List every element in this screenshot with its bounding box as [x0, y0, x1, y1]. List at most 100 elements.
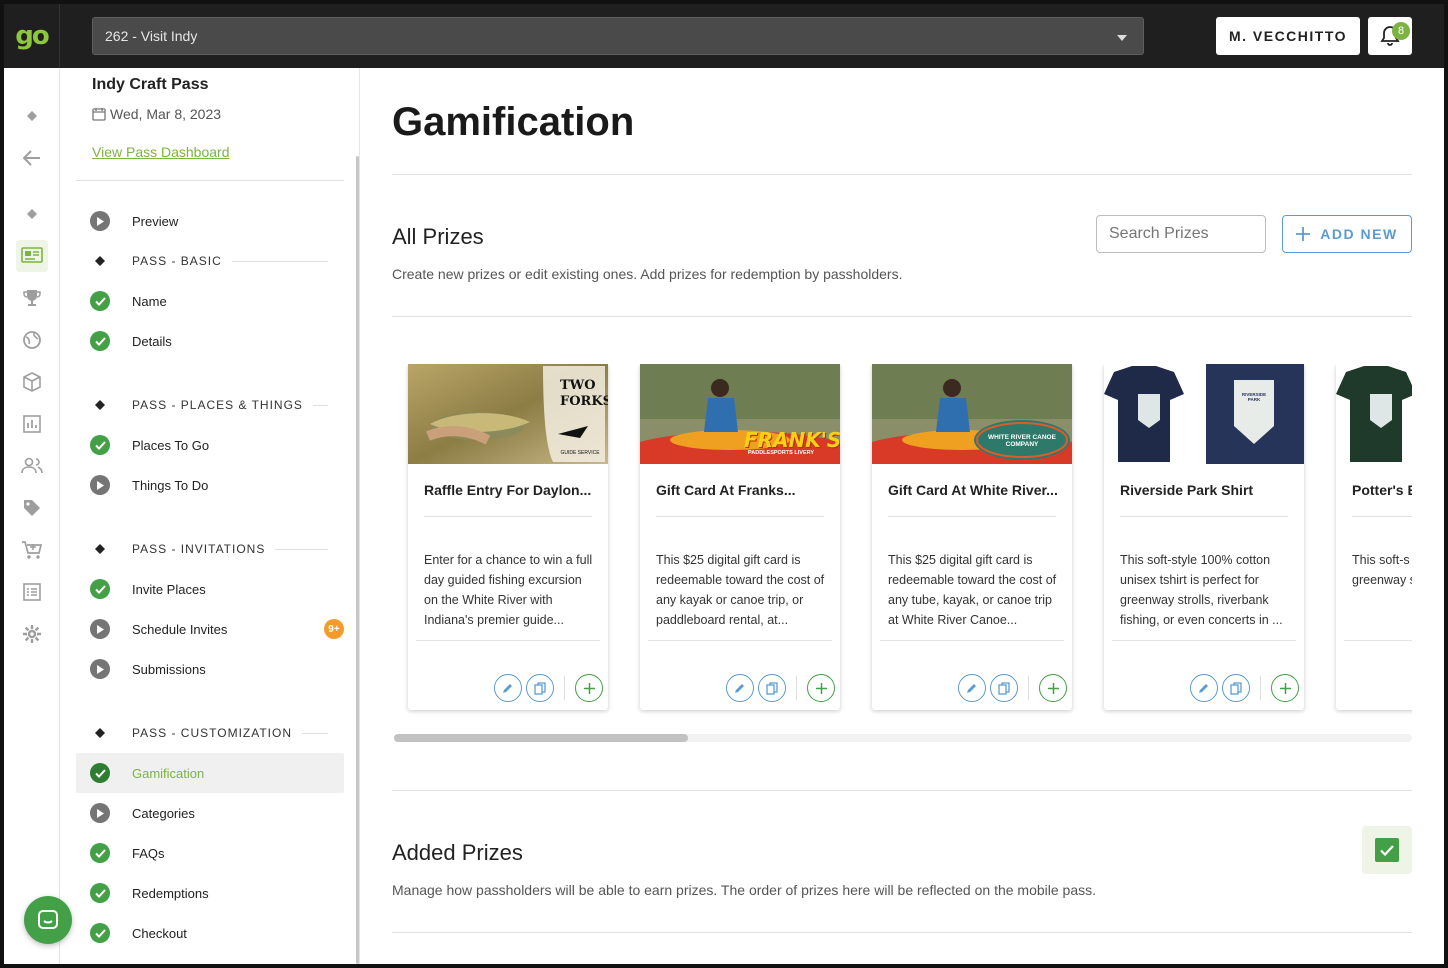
add-new-label: ADD NEW [1320, 226, 1398, 242]
nav-item-name[interactable]: Name [76, 281, 344, 321]
scrollbar-thumb[interactable] [394, 734, 688, 742]
nav-section-label: PASS - CUSTOMIZATION [132, 726, 293, 740]
prize-logo-subtext: PADDLESPORTS LIVERY [748, 450, 815, 456]
trophy-icon[interactable] [16, 282, 48, 314]
prize-card[interactable]: FRANK'S PADDLESPORTS LIVERY Gift Card At… [640, 364, 840, 710]
nav-scrollbar[interactable] [356, 156, 359, 964]
nav-item-redemptions[interactable]: Redemptions [76, 873, 344, 913]
app-logo[interactable]: go [4, 4, 60, 68]
nav-item-label: Places To Go [132, 437, 210, 453]
play-icon [90, 659, 110, 679]
duplicate-prize-button[interactable] [758, 674, 786, 702]
prize-card[interactable]: Potter's B This soft-s unisex tshi green… [1336, 364, 1412, 710]
add-prize-to-pass-button[interactable] [575, 674, 603, 702]
notification-count-badge: 8 [1392, 22, 1410, 40]
back-arrow-icon[interactable] [16, 142, 48, 174]
nav-item-invite-places[interactable]: Invite Places [76, 569, 344, 609]
nav-section-label: PASS - PLACES & THINGS [132, 398, 303, 412]
divider [392, 316, 1412, 317]
edit-prize-button[interactable] [494, 674, 522, 702]
nav-item-submissions[interactable]: Submissions [76, 649, 344, 689]
nav-item-label: Details [132, 333, 172, 349]
settings-gear-icon[interactable] [16, 618, 48, 650]
tags-icon[interactable] [16, 492, 48, 524]
diamond-icon [95, 400, 105, 410]
prize-carousel-scrollbar[interactable] [394, 734, 1412, 742]
pass-card-icon[interactable] [16, 240, 48, 272]
nav-item-label: Schedule Invites [132, 621, 228, 637]
nav-item-faqs[interactable]: FAQs [76, 833, 344, 873]
users-icon[interactable] [16, 450, 48, 482]
play-icon [90, 619, 110, 639]
nav-item-gamification[interactable]: Gamification [76, 753, 344, 793]
bar-chart-icon[interactable] [16, 408, 48, 440]
edit-prize-button[interactable] [958, 674, 986, 702]
diamond-icon [95, 544, 105, 554]
prize-description: This soft-s unisex tshi greenway s fishi… [1352, 553, 1412, 587]
plus-icon [583, 682, 595, 694]
view-pass-dashboard-link[interactable]: View Pass Dashboard [92, 144, 229, 160]
diamond-icon [95, 728, 105, 738]
copy-icon [766, 681, 778, 695]
check-circle-icon [90, 435, 110, 455]
check-circle-icon [90, 923, 110, 943]
search-prizes-input[interactable] [1096, 215, 1266, 253]
list-icon[interactable] [16, 576, 48, 608]
prize-card[interactable]: WHITE RIVER CANOE COMPANY Gift Card At W… [872, 364, 1072, 710]
nav-item-checkout[interactable]: Checkout [76, 913, 344, 953]
pencil-icon [735, 684, 744, 693]
nav-item-categories[interactable]: Categories [76, 793, 344, 833]
duplicate-prize-button[interactable] [1222, 674, 1250, 702]
duplicate-prize-button[interactable] [526, 674, 554, 702]
added-prizes-description: Manage how passholders will be able to e… [392, 882, 1097, 898]
duplicate-prize-button[interactable] [990, 674, 1018, 702]
add-prize-to-pass-button[interactable] [1271, 674, 1299, 702]
copy-icon [998, 681, 1010, 695]
nav-item-details[interactable]: Details [76, 321, 344, 361]
prize-logo-subtext: GUIDE SERVICE [560, 450, 600, 456]
nav-section-customization: PASS - CUSTOMIZATION [76, 723, 344, 743]
nav-item-label: Redemptions [132, 885, 209, 901]
prize-carousel: TWO FORKS GUIDE SERVICE Raffle Entry For… [392, 364, 1412, 744]
add-new-prize-button[interactable]: ADD NEW [1282, 215, 1412, 253]
organization-select[interactable]: 262 - Visit Indy [92, 17, 1144, 55]
pass-nav-panel: Indy Craft Pass Wed, Mar 8, 2023 View Pa… [60, 68, 360, 964]
chat-support-button[interactable] [24, 896, 72, 944]
plus-icon [1047, 682, 1059, 694]
save-added-prizes-button[interactable] [1362, 826, 1412, 874]
nav-section-pass-basic: PASS - BASIC [76, 251, 344, 271]
prize-card[interactable]: TWO FORKS GUIDE SERVICE Raffle Entry For… [408, 364, 608, 710]
nav-item-preview[interactable]: Preview [76, 201, 344, 241]
prize-card[interactable]: RIVERSIDE PARK Riverside Park Shirt This… [1104, 364, 1304, 710]
cart-icon[interactable] [16, 534, 48, 566]
nav-section-invitations: PASS - INVITATIONS [76, 539, 344, 559]
copy-icon [1230, 681, 1242, 695]
checkbox-checked-icon [1375, 838, 1399, 862]
notifications-button[interactable]: 8 [1368, 17, 1412, 55]
calendar-icon [92, 108, 106, 121]
prize-image: RIVERSIDE PARK [1104, 364, 1304, 464]
box-icon[interactable] [16, 366, 48, 398]
nav-item-label: Checkout [132, 925, 187, 941]
nav-item-things-to-do[interactable]: Things To Do [76, 465, 344, 505]
user-menu-button[interactable]: M. VECCHITTO [1216, 17, 1360, 55]
add-prize-to-pass-button[interactable] [1039, 674, 1067, 702]
prize-title: Riverside Park Shirt [1120, 482, 1254, 498]
play-icon [90, 211, 110, 231]
nav-section-label: PASS - INVITATIONS [132, 542, 266, 556]
pass-date: Wed, Mar 8, 2023 [92, 106, 221, 122]
prize-image: WHITE RIVER CANOE COMPANY [872, 364, 1072, 464]
edit-prize-button[interactable] [726, 674, 754, 702]
play-icon [90, 803, 110, 823]
add-prize-to-pass-button[interactable] [807, 674, 835, 702]
nav-item-places-to-go[interactable]: Places To Go [76, 425, 344, 465]
all-prizes-description: Create new prizes or edit existing ones.… [392, 266, 903, 282]
pencil-icon [967, 684, 976, 693]
globe-icon[interactable] [16, 324, 48, 356]
rail-diamond-icon [16, 100, 48, 132]
icon-rail [4, 68, 60, 964]
nav-item-schedule-invites[interactable]: Schedule Invites 9+ [76, 609, 344, 649]
check-circle-icon [90, 843, 110, 863]
copy-icon [534, 681, 546, 695]
edit-prize-button[interactable] [1190, 674, 1218, 702]
